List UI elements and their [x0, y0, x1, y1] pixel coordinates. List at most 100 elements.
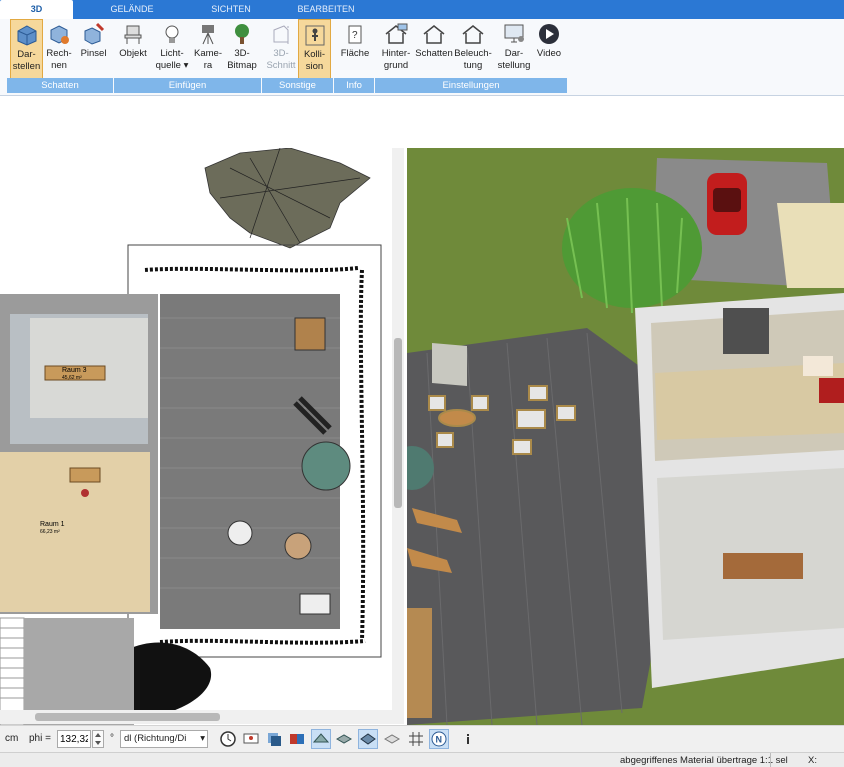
- floor-plan-canvas[interactable]: Raum 3 45,62 m² Raum 1 66,23 m²: [0, 148, 404, 725]
- darstellen-label-2: stellen: [12, 61, 41, 72]
- darstellen-button[interactable]: Dar- stellen: [10, 19, 43, 80]
- kollision-label-2: sion: [305, 61, 324, 72]
- tab-gelaende[interactable]: GELÄNDE: [96, 0, 168, 19]
- phi-input[interactable]: [57, 730, 91, 748]
- floor-plan-view[interactable]: Raum 3 45,62 m² Raum 1 66,23 m²: [0, 148, 404, 725]
- pinsel-button[interactable]: Pinsel: [77, 19, 110, 80]
- rechnen-label-2: nen: [51, 60, 67, 71]
- kollision-label-1: Kolli-: [303, 49, 326, 60]
- cube-render-icon: [17, 25, 36, 46]
- 3d-fence: [407, 608, 432, 718]
- plan-tree-symbol: [204, 148, 371, 249]
- north-arrow-button[interactable]: N: [429, 729, 449, 749]
- rechnen-label-1: Rech-: [46, 48, 72, 59]
- beleuchtung-label-2: tung: [463, 60, 483, 71]
- 3d-red-car: [707, 173, 747, 235]
- phi-spinner[interactable]: [92, 730, 104, 748]
- 3d-view[interactable]: [407, 148, 844, 725]
- 3d-red-armchair: [819, 378, 844, 403]
- lichtquelle-button[interactable]: Licht- quelle ▾: [153, 19, 191, 80]
- bottom-toolbar: cm phi = ° dl (Richtung/Di ▾ N: [0, 725, 844, 752]
- chair-icon: [124, 25, 142, 44]
- 3d-storage-shelf: [432, 343, 467, 386]
- video-label: Video: [536, 48, 562, 59]
- monitor-settings-icon: [504, 24, 524, 43]
- house-shadow-icon: [423, 25, 445, 44]
- status-bar: abgegriffenes Material übertrage 1:1 sel…: [0, 752, 844, 767]
- schatten-button[interactable]: Schatten: [414, 19, 454, 80]
- direction-select-value: dl (Richtung/Di: [124, 733, 187, 744]
- color-palette-button[interactable]: [287, 729, 307, 749]
- ribbon-tab-bar: 3D GELÄNDE SICHTEN BEARBEITEN: [0, 0, 844, 19]
- house-light-icon: [462, 25, 484, 44]
- darstellung-button[interactable]: Dar- stellung: [494, 19, 534, 80]
- clock-button[interactable]: [218, 729, 238, 749]
- room-1-name: Raum 1: [40, 521, 65, 528]
- group-info: Info: [334, 78, 374, 93]
- 3d-bitmap-label-1: 3D-: [234, 48, 250, 59]
- status-message: abgegriffenes Material übertrage 1:1 sel: [620, 755, 788, 766]
- tab-bearbeiten[interactable]: BEARBEITEN: [290, 0, 362, 19]
- plan-parasol: [301, 441, 351, 491]
- 3d-bitmap-label-2: Bitmap: [227, 60, 257, 71]
- svg-text:?: ?: [352, 30, 358, 41]
- tab-3d[interactable]: 3D: [0, 0, 73, 19]
- grid-icon[interactable]: [406, 729, 426, 749]
- kamera-label-2: ra: [203, 60, 213, 71]
- kamera-label-1: Kame-: [194, 48, 222, 59]
- view-mode-4-button[interactable]: [382, 729, 402, 749]
- application-window: 3D GELÄNDE SICHTEN BEARBEITEN Dar- stell…: [0, 0, 844, 767]
- 3d-scene[interactable]: [407, 148, 844, 725]
- beleuchtung-label-1: Beleuch-: [454, 48, 492, 59]
- group-einstellungen: Einstellungen: [375, 78, 567, 93]
- plan-vertical-scrollbar[interactable]: [392, 148, 404, 710]
- rechnen-button[interactable]: Rech- nen: [44, 19, 74, 80]
- plan-vertical-scroll-thumb[interactable]: [394, 338, 402, 508]
- collision-person-icon: [305, 25, 324, 46]
- beleuchtung-button[interactable]: Beleuch- tung: [454, 19, 492, 80]
- objekt-label: Objekt: [119, 48, 147, 59]
- objekt-button[interactable]: Objekt: [116, 19, 150, 80]
- flaeche-button[interactable]: ? Fläche: [338, 19, 372, 80]
- 3d-schnitt-label-2: Schnitt: [266, 60, 296, 71]
- view-mode-3-button[interactable]: [358, 729, 378, 749]
- layers-button[interactable]: [264, 729, 284, 749]
- group-sonstige: Sonstige: [262, 78, 333, 93]
- 3d-bitmap-button[interactable]: 3D- Bitmap: [225, 19, 259, 80]
- 3d-schnitt-label-1: 3D-: [273, 48, 289, 59]
- kamera-button[interactable]: Kame- ra: [192, 19, 224, 80]
- view-mode-1-button[interactable]: [311, 729, 331, 749]
- cube-calc-icon: [50, 25, 69, 44]
- 3d-window-door: [723, 308, 769, 354]
- plan-desk: [69, 467, 101, 483]
- present-button[interactable]: [241, 729, 261, 749]
- tab-sichten[interactable]: SICHTEN: [196, 0, 266, 19]
- group-schatten: Schatten: [7, 78, 113, 93]
- coordinate-x-label: X:: [808, 755, 817, 766]
- room-1-area: 66,23 m²: [40, 529, 60, 535]
- area-info-icon: ?: [348, 25, 362, 44]
- section-cut-icon: [273, 25, 289, 44]
- tree-icon: [235, 24, 249, 44]
- room-3-name: Raum 3: [62, 367, 87, 374]
- 3d-dining-table: [723, 553, 803, 579]
- plan-horizontal-scroll-thumb[interactable]: [35, 713, 220, 721]
- unit-label: cm: [5, 733, 19, 744]
- camera-tripod-icon: [202, 25, 214, 45]
- video-button[interactable]: Video: [534, 19, 564, 80]
- darstellung-label-1: Dar-: [504, 48, 524, 59]
- info-icon[interactable]: [458, 729, 478, 749]
- kollision-button[interactable]: Kolli- sion: [298, 19, 331, 80]
- chevron-down-icon: ▾: [200, 733, 205, 744]
- direction-select[interactable]: dl (Richtung/Di ▾: [120, 730, 208, 748]
- house-background-icon: [385, 23, 408, 44]
- plan-lounge-set: [294, 317, 326, 351]
- phi-label: phi =: [29, 733, 51, 744]
- plan-table-small: [227, 520, 253, 546]
- plan-horizontal-scrollbar[interactable]: [0, 710, 404, 724]
- view-mode-2-button[interactable]: [334, 729, 354, 749]
- 3d-schnitt-button[interactable]: 3D- Schnitt: [264, 19, 298, 80]
- brush-cube-icon: [84, 22, 104, 45]
- hintergrund-button[interactable]: Hinter- grund: [378, 19, 414, 80]
- lightbulb-icon: [165, 25, 179, 43]
